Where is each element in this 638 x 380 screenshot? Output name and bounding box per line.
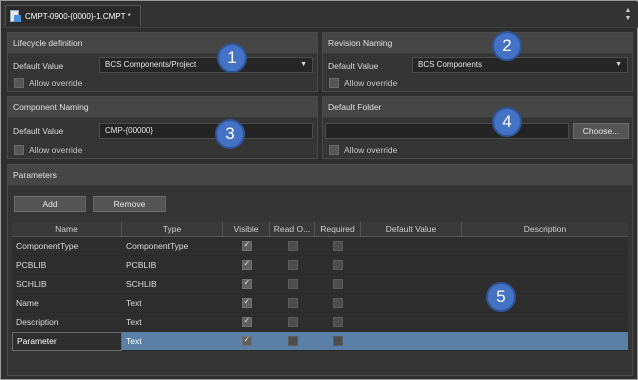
document-tab-title: CMPT-0900-{0000}-1.CMPT * xyxy=(25,11,131,21)
column-header-type[interactable]: Type xyxy=(122,222,223,237)
default-folder-input[interactable] xyxy=(325,123,569,139)
revision-default-select[interactable]: BCS Components ▼ xyxy=(412,57,628,73)
read-only-checkbox[interactable] xyxy=(287,336,298,346)
cell-description[interactable] xyxy=(462,256,628,275)
component-naming-header: Component Naming xyxy=(8,97,317,118)
column-header-visible[interactable]: Visible xyxy=(223,222,270,237)
cell-type[interactable]: PCBLIB xyxy=(122,256,223,275)
chevron-down-icon: ▼ xyxy=(615,61,622,68)
cell-description[interactable] xyxy=(462,332,628,351)
lifecycle-default-select[interactable]: BCS Components/Project ▼ xyxy=(99,57,313,73)
revision-allow-override-checkbox[interactable] xyxy=(329,78,339,88)
cell-name[interactable]: Description xyxy=(12,313,122,332)
visible-checkbox[interactable] xyxy=(241,259,252,270)
visible-checkbox[interactable] xyxy=(241,335,252,346)
required-checkbox[interactable] xyxy=(333,336,343,346)
revision-allow-override-label: Allow override xyxy=(344,78,398,88)
cell-default-value[interactable] xyxy=(361,332,462,351)
cell-type[interactable]: Text xyxy=(122,294,223,313)
component-naming-allow-override-checkbox[interactable] xyxy=(14,145,24,155)
lifecycle-allow-override-checkbox[interactable] xyxy=(14,78,24,88)
callout-1: 1 xyxy=(217,43,247,73)
component-naming-allow-override-label: Allow override xyxy=(29,145,83,155)
component-naming-default-input[interactable]: CMP-{00000} xyxy=(99,123,313,139)
document-tab[interactable]: CMPT-0900-{0000}-1.CMPT * xyxy=(5,5,141,26)
scroll-arrows-icon[interactable]: ▲ ▼ xyxy=(624,7,632,23)
column-header-default-value[interactable]: Default Value xyxy=(361,222,462,237)
document-icon xyxy=(10,9,21,23)
read-only-checkbox[interactable] xyxy=(287,279,298,289)
visible-checkbox[interactable] xyxy=(241,240,252,251)
revision-header: Revision Naming xyxy=(323,33,632,54)
table-header-row: Name Type Visible Read O... Required Def… xyxy=(12,222,628,237)
window: CMPT-0900-{0000}-1.CMPT * ▲ ▼ Lifecycle d… xyxy=(0,0,638,380)
column-header-name[interactable]: Name xyxy=(12,222,122,237)
callout-5: 5 xyxy=(486,282,516,312)
revision-panel: Revision Naming Default Value BCS Compon… xyxy=(322,32,633,92)
cell-name[interactable]: Name xyxy=(12,294,122,313)
table-row[interactable]: Parameter Text xyxy=(12,332,628,351)
read-only-checkbox[interactable] xyxy=(287,260,298,270)
lifecycle-default-label: Default Value xyxy=(13,61,64,71)
choose-folder-button[interactable]: Choose... xyxy=(573,123,629,139)
lifecycle-header: Lifecycle definition xyxy=(8,33,317,54)
table-body: ComponentTypeComponentTypePCBLIBPCBLIBSC… xyxy=(12,237,628,351)
cell-default-value[interactable] xyxy=(361,294,462,313)
required-checkbox[interactable] xyxy=(333,317,343,327)
lifecycle-panel: Lifecycle definition Default Value BCS C… xyxy=(7,32,318,92)
component-naming-default-label: Default Value xyxy=(13,126,64,136)
remove-parameter-button[interactable]: Remove xyxy=(93,196,166,212)
callout-3: 3 xyxy=(215,119,245,149)
table-row[interactable]: Description Text xyxy=(12,313,628,332)
read-only-checkbox[interactable] xyxy=(287,241,298,251)
visible-checkbox[interactable] xyxy=(241,278,252,289)
cell-type[interactable]: SCHLIB xyxy=(122,275,223,294)
cell-default-value[interactable] xyxy=(361,237,462,256)
chevron-down-icon: ▼ xyxy=(300,61,307,68)
parameters-header: Parameters xyxy=(8,165,632,186)
revision-default-label: Default Value xyxy=(328,61,379,71)
callout-4: 4 xyxy=(492,107,522,137)
default-folder-panel: Default Folder Choose... Allow override xyxy=(322,96,633,159)
cell-name[interactable]: SCHLIB xyxy=(12,275,122,294)
default-folder-allow-override-checkbox[interactable] xyxy=(329,145,339,155)
cell-name[interactable]: ComponentType xyxy=(12,237,122,256)
required-checkbox[interactable] xyxy=(333,279,343,289)
parameters-table: Name Type Visible Read O... Required Def… xyxy=(12,222,628,351)
cell-name[interactable]: Parameter xyxy=(12,332,122,351)
visible-checkbox[interactable] xyxy=(241,316,252,327)
column-header-required[interactable]: Required xyxy=(315,222,361,237)
visible-checkbox[interactable] xyxy=(241,297,252,308)
column-header-description[interactable]: Description xyxy=(462,222,628,237)
cell-description[interactable] xyxy=(462,237,628,256)
lifecycle-allow-override-label: Allow override xyxy=(29,78,83,88)
lifecycle-default-value: BCS Components/Project xyxy=(105,60,197,69)
component-naming-default-value: CMP-{00000} xyxy=(105,126,154,135)
cell-name[interactable]: PCBLIB xyxy=(12,256,122,275)
cell-description[interactable] xyxy=(462,313,628,332)
cell-default-value[interactable] xyxy=(361,313,462,332)
read-only-checkbox[interactable] xyxy=(287,298,298,308)
required-checkbox[interactable] xyxy=(333,241,343,251)
default-folder-allow-override-label: Allow override xyxy=(344,145,398,155)
table-row[interactable]: SCHLIB SCHLIB xyxy=(12,275,628,294)
component-naming-panel: Component Naming Default Value CMP-{0000… xyxy=(7,96,318,159)
add-parameter-button[interactable]: Add xyxy=(14,196,86,212)
read-only-checkbox[interactable] xyxy=(287,317,298,327)
callout-2: 2 xyxy=(492,31,522,61)
column-header-read-only[interactable]: Read O... xyxy=(270,222,315,237)
default-folder-header: Default Folder xyxy=(323,97,632,118)
cell-default-value[interactable] xyxy=(361,256,462,275)
required-checkbox[interactable] xyxy=(333,298,343,308)
required-checkbox[interactable] xyxy=(333,260,343,270)
document-tab-bar: CMPT-0900-{0000}-1.CMPT * ▲ ▼ xyxy=(2,2,638,28)
table-row[interactable]: Name Text xyxy=(12,294,628,313)
table-row[interactable]: ComponentType ComponentType xyxy=(12,237,628,256)
revision-default-value: BCS Components xyxy=(418,60,483,69)
cell-default-value[interactable] xyxy=(361,275,462,294)
cell-type[interactable]: ComponentType xyxy=(122,237,223,256)
cell-type[interactable]: Text xyxy=(122,313,223,332)
cell-type[interactable]: Text xyxy=(122,332,223,351)
table-row[interactable]: PCBLIB PCBLIB xyxy=(12,256,628,275)
